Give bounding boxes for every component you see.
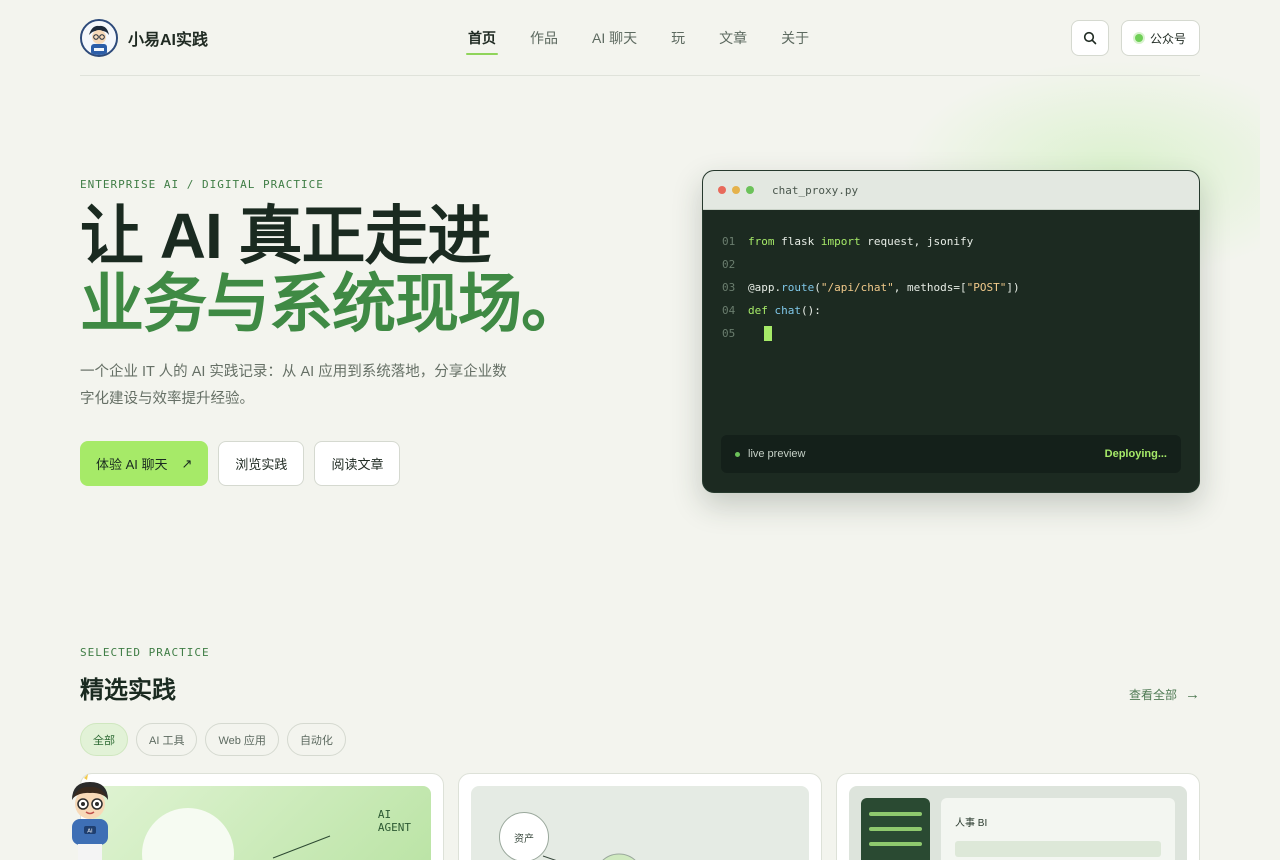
read-articles-button[interactable]: 阅读文章 — [314, 441, 401, 486]
live-dot-icon — [735, 451, 740, 457]
nav-item-about[interactable]: 关于 — [781, 0, 809, 76]
practice-eyebrow: SELECTED PRACTICE — [80, 646, 210, 659]
header-actions: 公众号 — [1070, 20, 1200, 56]
try-ai-chat-label: 体验 AI 聊天 — [96, 457, 168, 472]
brand-name: 小易AI实践 — [128, 31, 209, 49]
practice-card-ai-agent[interactable]: AI AGENT — [80, 773, 444, 860]
code-token: route — [781, 281, 815, 294]
filter-chip-all[interactable]: 全部 — [80, 723, 128, 756]
code-token: "/api/chat" — [820, 281, 894, 294]
nav-item-home[interactable]: 首页 — [466, 0, 498, 76]
arrow-up-right-icon: ↗ — [181, 455, 193, 471]
window-close-dot-icon — [718, 186, 726, 194]
code-body: 01 from flask import request, jsonify 02 03… — [703, 210, 1199, 345]
browse-practice-button[interactable]: 浏览实践 — [218, 441, 305, 486]
live-preview-label: live preview — [748, 448, 806, 460]
site-header: 小易AI实践 首页 作品 AI 聊天 玩 文章 关于 公众号 — [80, 0, 1200, 76]
main-nav: 首页 作品 AI 聊天 玩 文章 关于 — [466, 0, 843, 76]
code-line: 01 from flask import request, jsonify — [722, 230, 1180, 253]
arrow-right-icon: → — [1185, 686, 1200, 703]
code-token: @app. — [748, 281, 782, 294]
practice-card-hr-bi[interactable]: 人事 BI — [836, 773, 1200, 860]
hr-bi-title: 人事 BI — [955, 818, 988, 829]
nav-item-articles[interactable]: 文章 — [719, 0, 747, 76]
line-number: 03 — [722, 281, 736, 294]
online-dot-icon — [1134, 34, 1143, 42]
line-number: 04 — [722, 304, 736, 317]
code-token: def — [748, 304, 768, 317]
practice-card-asset-graph[interactable]: 资产 — [458, 773, 822, 860]
card-thumbnail: 资产 — [471, 786, 809, 860]
code-line: 04 def chat (): — [722, 299, 1180, 322]
code-token: , methods=[ — [893, 281, 967, 294]
sidebar-bar — [869, 812, 922, 816]
deploying-status: Deploying... — [1104, 448, 1167, 460]
avatar-icon — [82, 20, 116, 55]
mascot-icon: AI — [72, 774, 108, 860]
nav-item-play[interactable]: 玩 — [671, 0, 685, 76]
card-thumbnail: AI AGENT — [93, 786, 431, 860]
code-token: import — [820, 235, 861, 248]
code-token: from — [748, 235, 775, 248]
code-line: 02 — [722, 253, 1180, 276]
code-file-name: chat_proxy.py — [772, 183, 859, 197]
ai-agent-tag-line1: AI — [377, 808, 392, 821]
sidebar-bar — [869, 827, 922, 831]
brand[interactable]: 小易AI实践 — [80, 18, 209, 57]
window-maximize-dot-icon — [746, 186, 754, 194]
dashboard-panel-mock: 人事 BI — [941, 798, 1175, 860]
svg-text:AI: AI — [87, 829, 93, 835]
hero-eyebrow: ENTERPRISE AI / DIGITAL PRACTICE — [80, 178, 324, 191]
mascot-assistant[interactable]: AI — [64, 774, 116, 860]
code-window-titlebar: chat_proxy.py — [703, 171, 1199, 210]
ai-agent-tag-line2: AGENT — [377, 821, 411, 834]
sidebar-bar — [869, 842, 922, 846]
hero-description: 一个企业 IT 人的 AI 实践记录：从 AI 应用到系统落地，分享企业数字化建… — [80, 364, 507, 407]
code-token: flask — [774, 235, 821, 248]
text-cursor-icon — [764, 326, 772, 341]
code-line: 03 @app. route("/api/chat", methods=["POST… — [722, 276, 1180, 299]
code-line: 05 — [722, 322, 1180, 345]
line-number: 01 — [722, 235, 736, 248]
code-status-bar: live preview Deploying... — [721, 435, 1181, 473]
card-thumbnail: 人事 BI — [849, 786, 1187, 860]
search-button[interactable] — [1070, 20, 1109, 56]
hero-cta-row: 体验 AI 聊天 ↗ 浏览实践 阅读文章 — [80, 441, 401, 486]
wechat-label: 公众号 — [1149, 31, 1186, 46]
panel-bar — [955, 841, 1161, 857]
view-all-link[interactable]: 查看全部 → — [1129, 686, 1200, 703]
code-token: ( — [814, 281, 821, 294]
wechat-account-button[interactable]: 公众号 — [1120, 20, 1200, 56]
ai-agent-tag: AI AGENT — [378, 808, 411, 834]
filter-chip-ai-tools[interactable]: AI 工具 — [136, 723, 198, 756]
line-number: 02 — [722, 258, 736, 271]
code-token: "POST" — [966, 281, 1007, 294]
line-number: 05 — [722, 327, 736, 340]
code-token: chat — [774, 304, 802, 317]
hero-title-line1: 让 AI 真正走进 — [80, 200, 492, 272]
try-ai-chat-button[interactable]: 体验 AI 聊天 ↗ — [80, 441, 209, 486]
asset-node: 资产 — [499, 812, 549, 860]
search-icon — [1083, 31, 1097, 45]
view-all-label: 查看全部 — [1128, 688, 1177, 702]
brand-logo-avatar — [80, 18, 118, 57]
filter-chip-web-apps[interactable]: Web 应用 — [205, 723, 279, 756]
code-window: chat_proxy.py 01 from flask import reques… — [702, 170, 1200, 493]
practice-filters: 全部 AI 工具 Web 应用 自动化 — [80, 723, 346, 756]
code-token: ]) — [1006, 281, 1020, 294]
practice-title: 精选实践 — [80, 677, 176, 704]
hero-title-line2: 业务与系统现场。 — [80, 268, 585, 340]
code-token: request, jsonify — [860, 235, 974, 248]
code-token: (): — [801, 304, 821, 317]
dashboard-sidebar-mock — [861, 798, 930, 860]
nav-item-works[interactable]: 作品 — [530, 0, 558, 76]
window-minimize-dot-icon — [732, 186, 740, 194]
nav-item-ai-chat[interactable]: AI 聊天 — [592, 0, 637, 76]
filter-chip-automation[interactable]: 自动化 — [286, 723, 346, 756]
